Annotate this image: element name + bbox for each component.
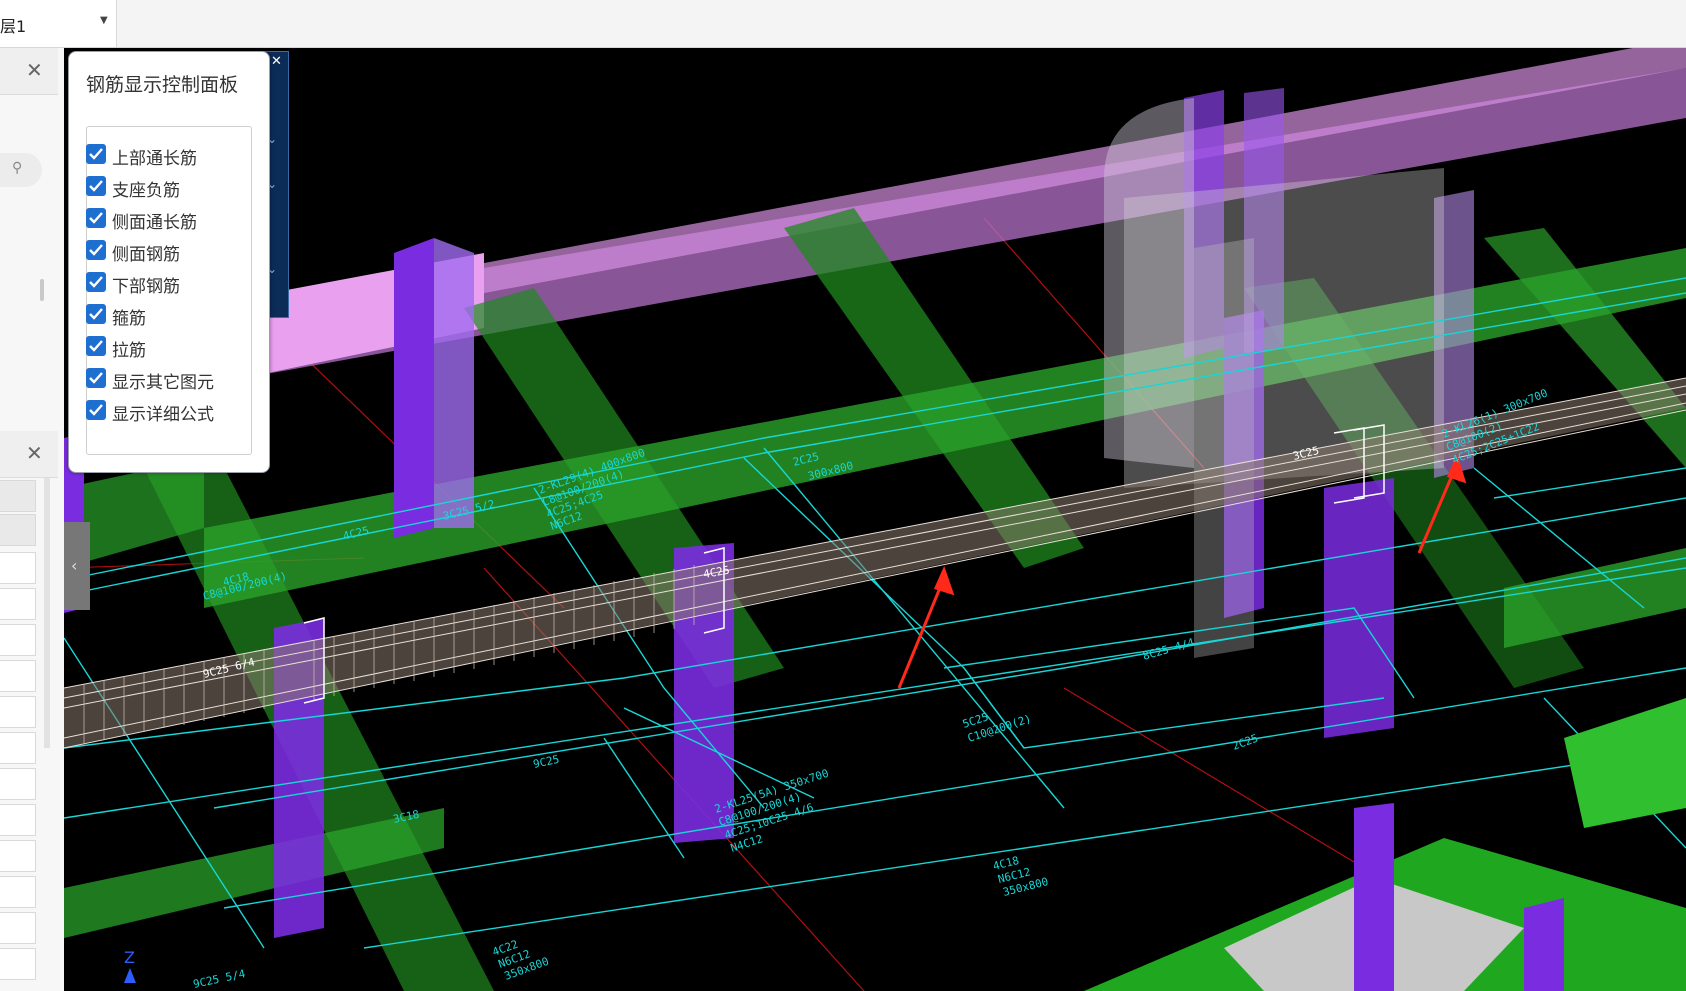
list-item[interactable] [0, 552, 36, 584]
option-bottom-rebar[interactable]: 下部钢筋 [86, 270, 236, 297]
checkbox-checked[interactable] [86, 176, 106, 196]
list-item[interactable] [0, 876, 36, 908]
floor-select-value: 层1 [0, 17, 27, 36]
option-tie-bar[interactable]: 拉筋 [86, 334, 236, 361]
scrollbar-thumb[interactable] [40, 279, 44, 301]
panel-header-top: ✕ [0, 48, 58, 95]
floor-select[interactable]: 层1 ▼ [0, 0, 117, 47]
beam-annotation: 8C25 4/4 [1141, 636, 1196, 663]
list-item[interactable] [0, 804, 36, 836]
rebar-display-control-panel: 钢筋显示控制面板 上部通长筋 支座负筋 侧面通长筋 侧面钢筋 下部钢筋 箍筋 拉… [68, 51, 270, 473]
search-input[interactable]: ⚲ [0, 153, 42, 187]
option-side-continuous-rebar[interactable]: 侧面通长筋 [86, 206, 236, 233]
panel-header-bottom: ✕ [0, 431, 58, 478]
axis-indicator: Z [124, 948, 136, 983]
option-stirrup[interactable]: 箍筋 [86, 302, 236, 329]
option-label: 支座负筋 [112, 181, 180, 201]
checkbox-checked[interactable] [86, 336, 106, 356]
checkbox-checked[interactable] [86, 400, 106, 420]
list-item[interactable] [0, 768, 36, 800]
list-item[interactable] [0, 732, 36, 764]
search-icon: ⚲ [12, 160, 23, 176]
option-support-negative-rebar[interactable]: 支座负筋 [86, 174, 236, 201]
option-side-rebar[interactable]: 侧面钢筋 [86, 238, 236, 265]
close-icon[interactable]: ✕ [26, 58, 43, 82]
list-item[interactable] [0, 624, 36, 656]
option-label: 显示详细公式 [112, 405, 214, 425]
rebar-3d-scene: Z 2-KL29(4) 400x800 C8@100/200(4) 4C25;4… [64, 48, 1686, 991]
option-show-detailed-formula[interactable]: 显示详细公式 [86, 398, 236, 425]
option-top-continuous-rebar[interactable]: 上部通长筋 [86, 142, 236, 169]
option-label: 拉筋 [112, 341, 146, 361]
beam-annotation: 2C25 [1231, 732, 1260, 753]
option-show-other-elements[interactable]: 显示其它图元 [86, 366, 236, 393]
checkbox-checked[interactable] [86, 144, 106, 164]
option-label: 侧面通长筋 [112, 213, 197, 233]
left-side-panel: ✕ ⚲ ✕ [0, 48, 65, 991]
option-label: 侧面钢筋 [112, 245, 180, 265]
checkbox-checked[interactable] [86, 304, 106, 324]
option-label: 上部通长筋 [112, 149, 197, 169]
svg-text:Z: Z [124, 948, 135, 967]
checkbox-checked[interactable] [86, 208, 106, 228]
chevron-down-icon: ▼ [100, 15, 108, 26]
list-item[interactable] [0, 514, 36, 546]
collapse-panel-button[interactable]: ‹ [64, 522, 90, 610]
scrollbar[interactable] [44, 478, 50, 748]
option-label: 显示其它图元 [112, 373, 214, 393]
panel-title: 钢筋显示控制面板 [86, 74, 239, 96]
beam-annotation: 9C25 5/4 [192, 967, 247, 991]
checkbox-checked[interactable] [86, 368, 106, 388]
3d-viewport[interactable]: Z 2-KL29(4) 400x800 C8@100/200(4) 4C25;4… [64, 48, 1686, 991]
list-item[interactable] [0, 948, 36, 980]
list-item[interactable] [0, 588, 36, 620]
list-item[interactable] [0, 480, 36, 512]
list-item[interactable] [0, 696, 36, 728]
list-item[interactable] [0, 840, 36, 872]
option-label: 箍筋 [112, 309, 146, 329]
chevron-left-icon: ‹ [71, 556, 78, 575]
list-item[interactable] [0, 660, 36, 692]
list-item[interactable] [0, 912, 36, 944]
top-toolbar: 层1 ▼ [0, 0, 1686, 48]
close-icon[interactable]: ✕ [26, 441, 43, 465]
option-label: 下部钢筋 [112, 277, 180, 297]
checkbox-checked[interactable] [86, 240, 106, 260]
checkbox-checked[interactable] [86, 272, 106, 292]
